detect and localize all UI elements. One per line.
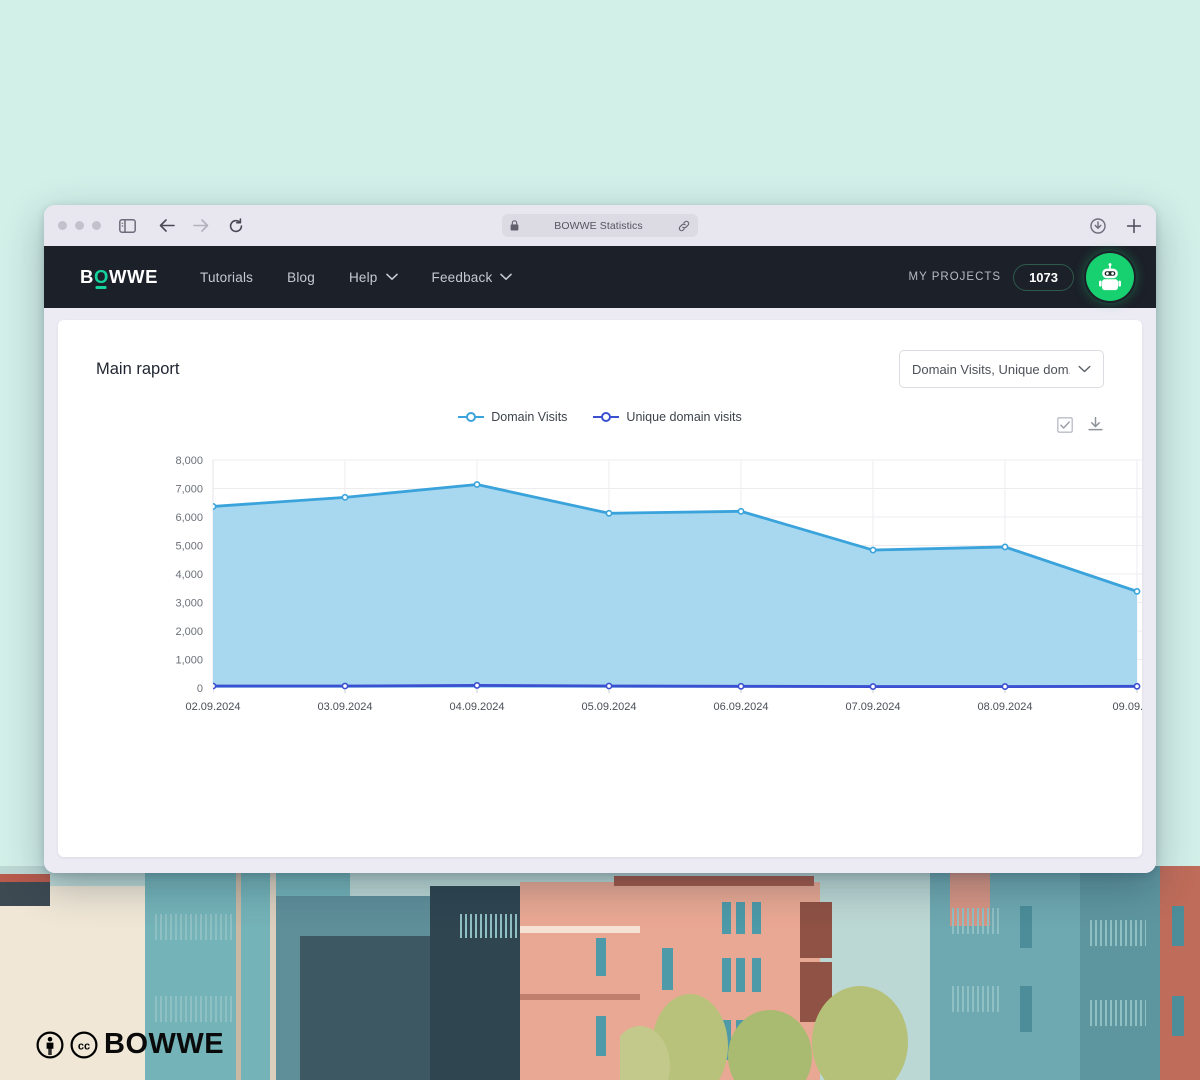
svg-text:0: 0: [197, 683, 203, 695]
nav-label: Help: [348, 269, 378, 285]
chart-legend: Domain Visits Unique domain visits: [58, 410, 1142, 424]
nav-item-feedback[interactable]: Feedback: [432, 270, 513, 285]
building-column: [236, 866, 241, 1080]
building: [800, 902, 832, 958]
topbar-right: MY PROJECTS 1073: [909, 253, 1157, 301]
logo-text-o: O: [93, 266, 109, 287]
svg-text:5,000: 5,000: [175, 541, 203, 553]
legend-item-domain-visits[interactable]: Domain Visits: [458, 410, 567, 424]
legend-marker: [593, 411, 620, 423]
nav-label: Feedback: [431, 269, 493, 285]
report-card: Main raport Domain Visits, Unique dom...…: [58, 320, 1142, 857]
building: [1160, 866, 1200, 1080]
page-content: Main raport Domain Visits, Unique dom...…: [44, 308, 1156, 873]
building-roof: [0, 874, 50, 882]
background-trees: [620, 986, 908, 1080]
app-topbar: BO WWE Tutorials Blog Help Feedback MY PR…: [44, 246, 1156, 308]
svg-text:cc: cc: [78, 1040, 90, 1052]
svg-text:02.09.2024: 02.09.2024: [185, 701, 240, 713]
svg-text:4,000: 4,000: [175, 569, 203, 581]
link-icon[interactable]: [678, 220, 690, 232]
svg-text:06.09.2024: 06.09.2024: [713, 701, 768, 713]
svg-text:3,000: 3,000: [175, 598, 203, 610]
metric-select[interactable]: Domain Visits, Unique dom...: [899, 350, 1104, 388]
svg-text:7,000: 7,000: [175, 484, 203, 496]
svg-text:2,000: 2,000: [175, 626, 203, 638]
avatar[interactable]: [1086, 253, 1134, 301]
chevron-down-icon: [385, 273, 398, 280]
svg-text:03.09.2024: 03.09.2024: [317, 701, 372, 713]
download-icon[interactable]: [1090, 217, 1106, 234]
sidebar-icon[interactable]: [119, 218, 136, 233]
chart-plot-area[interactable]: 0 1,000 2,000 3,000 4,000 5,000 6,000 7,000 8,00…: [58, 448, 1142, 857]
logo-underline: [95, 286, 107, 289]
chart-toolbar: [1057, 416, 1104, 438]
svg-text:05.09.2024: 05.09.2024: [581, 701, 636, 713]
browser-toolbar-right: [1090, 217, 1142, 234]
nav-item-help[interactable]: Help: [349, 270, 398, 285]
reload-icon[interactable]: [228, 217, 244, 234]
address-bar-title: BOWWE Statistics: [554, 219, 643, 232]
my-projects-label[interactable]: MY PROJECTS: [909, 271, 1002, 283]
chevron-down-icon: [500, 273, 513, 280]
close-window-button[interactable]: [58, 221, 67, 230]
browser-toolbar: BOWWE Statistics: [44, 205, 1156, 246]
robot-avatar-icon: [1099, 263, 1121, 291]
chevron-down-icon: [1078, 365, 1091, 373]
nav-item-tutorials[interactable]: Tutorials: [200, 270, 253, 285]
svg-text:6,000: 6,000: [175, 512, 203, 524]
address-bar[interactable]: BOWWE Statistics: [502, 214, 698, 237]
creative-commons-icon: cc: [70, 1031, 98, 1058]
bowwe-logo[interactable]: BO WWE: [80, 266, 159, 289]
area-chart[interactable]: 0 1,000 2,000 3,000 4,000 5,000 6,000 7,000 8,00…: [58, 448, 1142, 718]
browser-window: BOWWE Statistics BO WWE Tutorials Blog H…: [44, 205, 1156, 873]
watermark: cc BOWWE: [36, 1028, 224, 1061]
svg-text:08.09.2024: 08.09.2024: [977, 701, 1032, 713]
nav-label: Blog: [287, 269, 315, 285]
navigation-buttons[interactable]: [158, 217, 244, 234]
logo-text-post: WWE: [108, 266, 159, 287]
creative-commons-by-icon: [36, 1031, 64, 1058]
main-nav: Tutorials Blog Help Feedback: [200, 270, 513, 285]
download-icon[interactable]: [1087, 416, 1104, 438]
maximize-window-button[interactable]: [92, 221, 101, 230]
svg-text:07.09.2024: 07.09.2024: [845, 701, 900, 713]
watermark-text: BOWWE: [104, 1028, 225, 1060]
checkbox-checked-icon[interactable]: [1057, 416, 1073, 438]
svg-text:09.09.202: 09.09.202: [1113, 701, 1142, 713]
report-header: Main raport Domain Visits, Unique dom...: [58, 320, 1142, 388]
legend-marker: [458, 411, 485, 423]
building-roof: [614, 876, 814, 886]
projects-count-badge[interactable]: 1073: [1013, 263, 1074, 291]
arrow-left-icon[interactable]: [158, 218, 175, 233]
page-title: Main raport: [96, 359, 180, 378]
logo-text-pre: B: [80, 266, 94, 287]
svg-text:04.09.2024: 04.09.2024: [449, 701, 504, 713]
arrow-right-icon[interactable]: [193, 218, 210, 233]
plus-icon[interactable]: [1126, 218, 1142, 234]
svg-text:8,000: 8,000: [175, 455, 203, 467]
legend-label: Domain Visits: [491, 410, 568, 424]
nav-label: Tutorials: [200, 269, 254, 285]
lock-icon: [510, 220, 519, 231]
svg-text:1,000: 1,000: [175, 655, 203, 667]
legend-label: Unique domain visits: [626, 410, 742, 424]
nav-item-blog[interactable]: Blog: [287, 270, 315, 285]
window-controls[interactable]: [58, 221, 101, 230]
legend-item-unique-domain-visits[interactable]: Unique domain visits: [593, 410, 742, 424]
building-band: [520, 926, 640, 933]
metric-select-value: Domain Visits, Unique dom...: [912, 361, 1070, 377]
minimize-window-button[interactable]: [75, 221, 84, 230]
